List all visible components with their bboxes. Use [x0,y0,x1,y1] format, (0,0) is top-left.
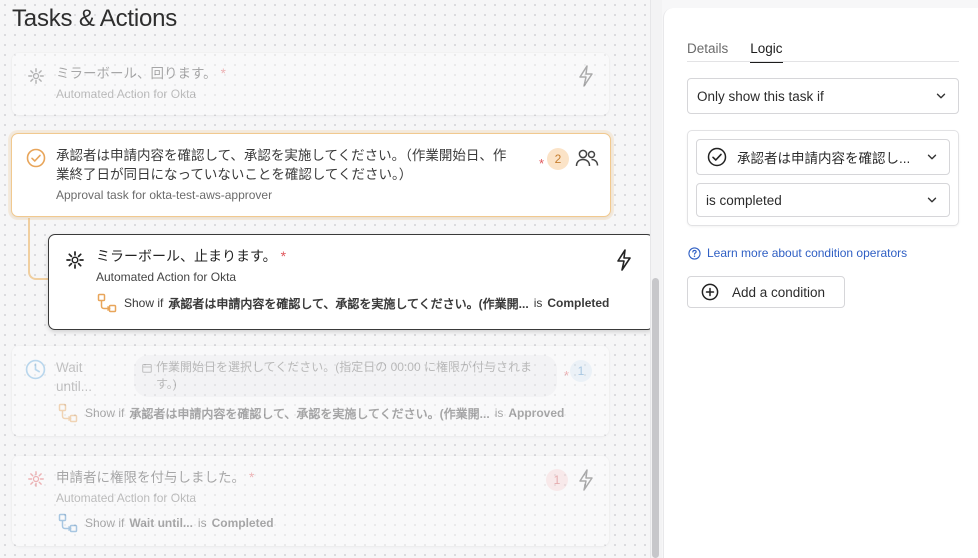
tab-logic[interactable]: Logic [750,41,783,63]
task-subtitle: Automated Action for Okta [56,491,197,505]
task-subtitle: Automated Action for Okta [56,87,197,101]
task-title: ミラーボール、止まります。 * [96,248,287,264]
condition-task-select[interactable]: 承認者は申請内容を確認し... [696,139,950,175]
condition-row: Show if 承認者は申請内容を確認して、承認を実施してください。(作業開..… [58,403,569,423]
people-icon[interactable] [575,148,599,168]
branch-condition-icon [97,293,117,313]
plus-circle-icon [701,283,719,301]
card-connector [28,218,50,280]
task-card-grant-permission[interactable]: 申請者に権限を付与しました。 * Automated Action for Okt… [12,456,609,546]
add-condition-button[interactable]: Add a condition [687,276,845,308]
check-circle-icon [707,147,727,167]
lightning-icon[interactable] [577,469,595,491]
chevron-down-icon [927,154,937,160]
branch-condition-icon [58,513,78,533]
lightning-icon[interactable] [615,249,633,271]
condition-row: Show if 承認者は申請内容を確認して、承認を実施してください。(作業開..… [97,293,614,313]
page-title: Tasks & Actions [12,5,178,32]
condition-operator-select-value: is completed [706,192,782,208]
task-card-mirrorball-stop[interactable]: ミラーボール、止まります。 * Automated Action for Okta… [48,234,650,330]
learn-more-link[interactable]: Learn more about condition operators [688,246,907,260]
tabs-divider [687,61,959,62]
condition-group: 承認者は申請内容を確認し... is completed [687,130,959,226]
add-condition-label: Add a condition [732,284,826,300]
tab-details[interactable]: Details [687,41,728,63]
check-circle-icon [26,148,46,168]
task-title: 申請者に権限を付与しました。 * [56,470,255,485]
condition-operator-select[interactable]: is completed [696,183,950,217]
chevron-down-icon [927,197,937,203]
task-subtitle: Automated Action for Okta [96,270,237,284]
task-title: Wait until... [56,360,93,394]
visibility-select[interactable]: Only show this task if [687,78,959,114]
required-marker: * [539,156,545,171]
date-field[interactable]: 作業開始日を選択してください。(指定日の 00:00 に権限が付与されま す。) [134,355,557,397]
clock-icon [25,359,46,380]
condition-row: Show if Wait until... is Completed [58,513,279,533]
count-badge: 1 [546,469,568,491]
help-circle-icon [688,246,701,260]
sparkle-icon [28,471,44,487]
task-title: ミラーボール、回ります。 * [56,66,226,81]
task-title: 承認者は申請内容を確認して、承認を実施してください。（作業開始日、作 業終了日が… [56,148,507,182]
lightning-icon[interactable] [577,65,595,87]
sparkle-icon [28,68,44,84]
task-card-mirrorball-start[interactable]: ミラーボール、回ります。 * Automated Action for Okta [12,53,609,115]
calendar-icon [142,364,152,373]
sparkle-icon [66,251,84,269]
required-marker: * [564,368,570,383]
task-card-approval[interactable]: 承認者は申請内容を確認して、承認を実施してください。（作業開始日、作 業終了日が… [11,133,611,217]
visibility-select-value: Only show this task if [697,88,824,104]
condition-task-select-value: 承認者は申請内容を確認し... [737,151,911,166]
branch-condition-icon [58,403,78,423]
canvas-scrollbar-thumb[interactable] [652,278,659,558]
logic-panel: Details Logic Only show this task if 承認者… [663,8,978,558]
task-subtitle: Approval task for okta-test-aws-approver [56,188,273,202]
count-badge: 2 [547,148,569,170]
workflow-canvas: Tasks & Actions ミラーボール、回ります。 * Automated … [0,0,650,558]
count-badge: 1 [570,360,592,382]
chevron-down-icon [936,93,946,99]
task-card-wait-until[interactable]: Wait until... 作業開始日を選択してください。(指定日の 00:00… [12,346,609,436]
panel-tabs: Details Logic [687,41,783,63]
